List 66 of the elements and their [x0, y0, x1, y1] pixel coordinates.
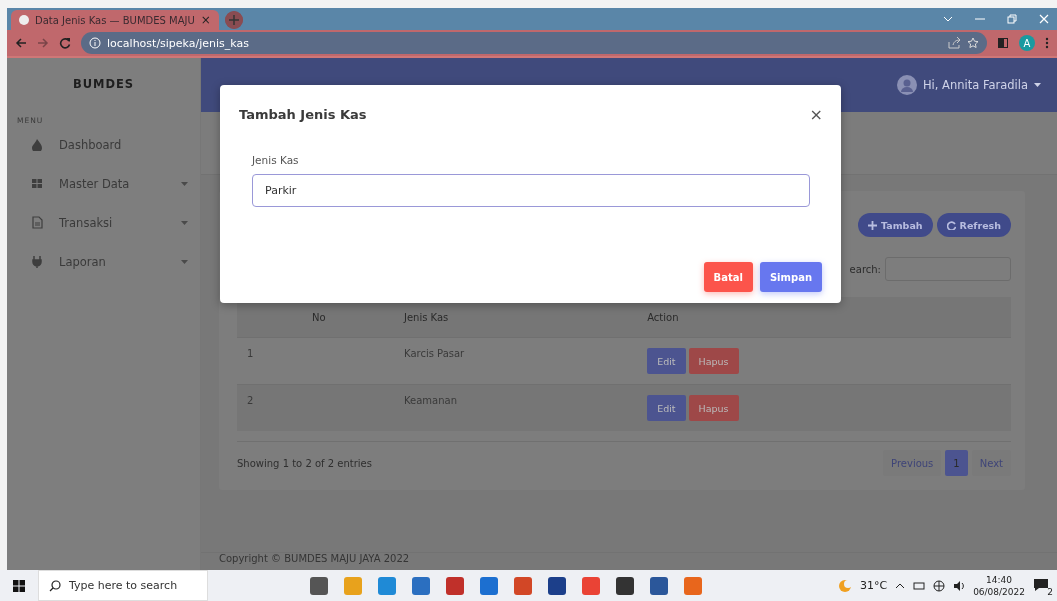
- save-button[interactable]: Simpan: [759, 262, 822, 292]
- new-tab-button[interactable]: [224, 11, 243, 29]
- reload-icon[interactable]: [59, 37, 71, 49]
- grid-icon: [31, 177, 43, 190]
- network-icon[interactable]: [933, 579, 946, 592]
- chevron-down-icon[interactable]: [943, 16, 953, 22]
- sidebar-item[interactable]: Transaksi: [7, 203, 200, 242]
- table-info: Showing 1 to 2 of 2 entries: [237, 457, 372, 469]
- tab-title: Data Jenis Kas — BUMDES MAJU: [35, 14, 195, 26]
- caret-icon: [181, 220, 188, 225]
- taskbar-search-field[interactable]: Type here to search: [38, 570, 208, 601]
- chevron-up-icon[interactable]: [895, 582, 906, 589]
- plug-icon: [31, 255, 43, 268]
- close-icon[interactable]: [1039, 14, 1049, 24]
- delete-button[interactable]: Hapus: [688, 348, 739, 374]
- edit-button[interactable]: Edit: [647, 395, 686, 421]
- taskbar-app-icon[interactable]: [310, 576, 328, 595]
- pagination-button[interactable]: 1: [945, 450, 968, 476]
- share-icon[interactable]: [948, 37, 961, 49]
- clock[interactable]: 14:40 06/08/2022: [973, 573, 1025, 598]
- sidebar-item[interactable]: Master Data: [7, 164, 200, 203]
- restore-icon[interactable]: [1007, 14, 1017, 24]
- battery-icon[interactable]: [913, 580, 926, 591]
- table-cell: 2: [237, 384, 403, 431]
- cancel-button[interactable]: Batal: [703, 262, 753, 292]
- document-icon: [31, 216, 43, 229]
- sidebar-item[interactable]: Laporan: [7, 242, 200, 281]
- address-bar[interactable]: localhost/sipeka/jenis_kas: [81, 32, 987, 54]
- menu-icon[interactable]: [1045, 37, 1049, 49]
- close-icon[interactable]: ×: [200, 13, 211, 27]
- profile-avatar[interactable]: A: [1019, 35, 1035, 51]
- sidebar-item[interactable]: Dashboard: [7, 125, 200, 164]
- add-button[interactable]: Tambah: [858, 213, 933, 237]
- caret-icon: [181, 259, 188, 264]
- user-greeting[interactable]: Hi, Annita Faradila: [922, 78, 1028, 92]
- edit-button[interactable]: Edit: [647, 348, 686, 374]
- input-field[interactable]: Parkir: [252, 174, 810, 207]
- site-icon: [19, 15, 29, 25]
- browser-tab[interactable]: Data Jenis Kas — BUMDES MAJU ×: [11, 10, 219, 30]
- info-icon: [89, 37, 101, 49]
- table-cell: Keamanan: [403, 384, 647, 431]
- taskbar-app-icon[interactable]: [548, 576, 566, 595]
- taskbar-app-icon[interactable]: [650, 576, 668, 595]
- field-label: Jenis Kas: [252, 154, 300, 166]
- caret-icon[interactable]: [1034, 83, 1041, 87]
- caret-icon: [181, 181, 188, 186]
- delete-button[interactable]: Hapus: [688, 395, 739, 421]
- search-label: earch:: [849, 263, 881, 275]
- modal-title: Tambah Jenis Kas: [239, 107, 367, 122]
- star-icon[interactable]: [967, 37, 979, 49]
- notification-button[interactable]: 2: [1033, 577, 1051, 594]
- search-icon: [49, 579, 61, 592]
- brand-name: BUMDES: [71, 76, 136, 93]
- close-button[interactable]: ×: [809, 105, 823, 124]
- column-header[interactable]: Action: [646, 297, 1011, 338]
- speaker-icon[interactable]: [953, 579, 966, 592]
- refresh-icon: [946, 220, 956, 230]
- temperature[interactable]: 31°C: [859, 579, 888, 592]
- sidebar-icon[interactable]: [997, 37, 1009, 49]
- taskbar-app-icon[interactable]: [446, 576, 464, 595]
- refresh-button[interactable]: Refresh: [936, 213, 1011, 237]
- plus-icon: [868, 220, 877, 230]
- taskbar-app-icon[interactable]: [616, 576, 634, 595]
- windows-start-icon[interactable]: [13, 579, 25, 592]
- back-arrow-icon[interactable]: [15, 37, 27, 49]
- user-avatar-icon[interactable]: [896, 75, 917, 95]
